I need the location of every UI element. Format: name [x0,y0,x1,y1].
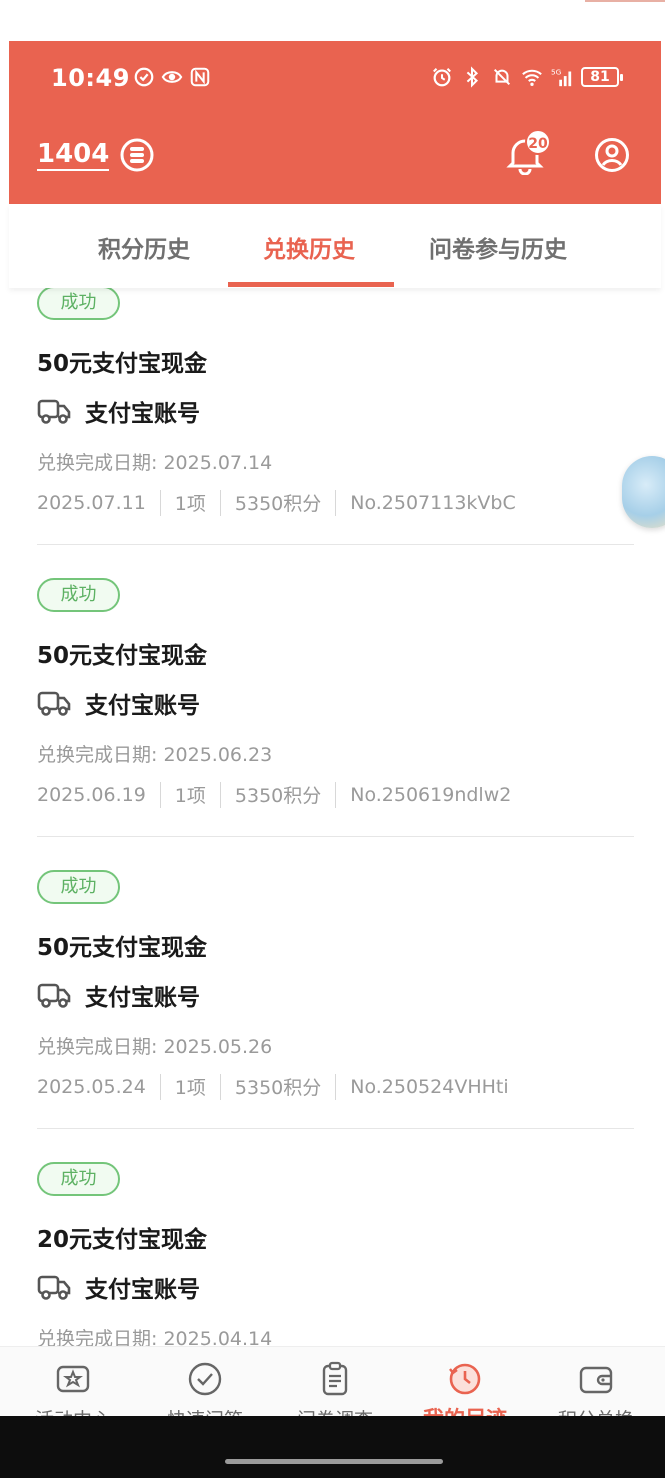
active-tab-indicator [228,282,394,287]
mute-icon [493,68,511,86]
sync-icon [134,67,154,87]
nav-my-footprint[interactable]: 我的足迹 [400,1347,530,1431]
meta-separator [159,489,161,516]
floating-promo-button[interactable] [622,456,665,528]
account-row: 支付宝账号 [37,1270,200,1304]
tab-survey-history[interactable]: 问卷参与历史 [429,230,567,264]
record-title: 20元支付宝现金 [37,1227,208,1253]
clipboard-icon [322,1361,348,1396]
meta-separator [335,781,337,808]
record-divider [37,544,634,545]
order-points: 5350积分 [234,493,322,515]
signal-icon: 5G [551,67,572,87]
order-number: No.250524VHHti [350,1075,509,1098]
meta-separator [335,1073,337,1100]
order-number: No.2507113kVbC [350,491,516,514]
meta-separator [159,1073,161,1100]
nav-activity-center[interactable]: 活动中心 [8,1347,138,1431]
account-label: 支付宝账号 [85,401,200,427]
meta-separator [159,781,161,808]
order-date: 2025.05.24 [37,1075,146,1098]
history-icon [449,1363,481,1395]
status-badge: 成功 [37,1162,120,1196]
tab-exchange-history[interactable]: 兑换历史 [263,230,355,264]
account-row: 支付宝账号 [37,394,200,428]
exchange-record[interactable]: 成功 50元支付宝现金 支付宝账号 兑换完成日期: 2025.05.26 202… [37,870,634,1162]
user-profile-icon[interactable] [594,137,630,173]
app-screen: 10:49 5G 81 1404 20 积分历史 兑换历史 问卷参与历史 成功 … [0,0,665,1478]
order-date: 2025.06.19 [37,783,146,806]
order-number: No.250619ndlw2 [350,783,512,806]
tab-points-history[interactable]: 积分历史 [98,230,190,264]
order-quantity: 1项 [174,1077,206,1099]
alarm-icon [433,68,451,87]
truck-icon [37,691,71,716]
record-meta: 2025.06.19 1项 5350积分 No.250619ndlw2 [37,781,511,808]
bluetooth-icon [466,66,479,88]
nfc-icon [190,67,210,87]
completion-date: 兑换完成日期: 2025.06.23 [37,744,273,766]
truck-icon [37,1275,71,1300]
status-badge: 成功 [37,870,120,904]
order-points: 5350积分 [234,785,322,807]
record-title: 50元支付宝现金 [37,351,208,377]
battery-indicator: 81 [581,67,623,87]
corner-line [585,0,665,2]
order-quantity: 1项 [174,785,206,807]
exchange-record-list[interactable]: 成功 50元支付宝现金 支付宝账号 兑换完成日期: 2025.07.14 202… [0,288,665,1346]
bottom-navigation: 活动中心 快速问答 问卷调查 我的足迹 积分兑换 [0,1346,665,1431]
account-label: 支付宝账号 [85,693,200,719]
system-gesture-bar [0,1416,665,1478]
meta-separator [219,781,221,808]
wallet-icon [579,1366,613,1394]
account-label: 支付宝账号 [85,1277,200,1303]
meta-separator [335,489,337,516]
account-row: 支付宝账号 [37,686,200,720]
app-header: 10:49 5G 81 1404 20 [9,41,661,204]
wifi-icon [522,69,542,86]
home-indicator[interactable] [225,1459,443,1464]
check-circle-icon [188,1362,222,1396]
record-title: 50元支付宝现金 [37,643,208,669]
history-tabs: 积分历史 兑换历史 问卷参与历史 [9,204,661,288]
status-icons-right: 5G 81 [431,66,623,88]
status-time: 10:49 [51,64,130,92]
meta-separator [219,1073,221,1100]
points-summary[interactable]: 1404 [37,137,155,173]
record-divider [37,1128,634,1129]
record-meta: 2025.05.24 1项 5350积分 No.250524VHHti [37,1073,509,1100]
record-meta: 2025.07.11 1项 5350积分 No.2507113kVbC [37,489,516,516]
order-points: 5350积分 [234,1077,322,1099]
notification-button[interactable]: 20 [505,129,551,177]
account-label: 支付宝账号 [85,985,200,1011]
nav-survey[interactable]: 问卷调查 [270,1347,400,1431]
truck-icon [37,983,71,1008]
status-bar: 10:49 5G 81 [9,41,661,113]
order-date: 2025.07.11 [37,491,146,514]
truck-icon [37,399,71,424]
status-badge: 成功 [37,578,120,612]
exchange-record[interactable]: 成功 50元支付宝现金 支付宝账号 兑换完成日期: 2025.06.23 202… [37,578,634,870]
completion-date: 兑换完成日期: 2025.05.26 [37,1036,273,1058]
points-value[interactable]: 1404 [37,139,110,171]
record-divider [37,836,634,837]
completion-date: 兑换完成日期: 2025.07.14 [37,452,273,474]
network-type: 5G [551,67,562,76]
notification-badge: 20 [525,129,551,155]
meta-separator [219,489,221,516]
nav-quick-qa[interactable]: 快速问答 [140,1347,270,1431]
exchange-record[interactable]: 成功 20元支付宝现金 支付宝账号 兑换完成日期: 2025.04.14 [37,1162,634,1346]
record-title: 50元支付宝现金 [37,935,208,961]
activity-icon [56,1365,90,1393]
account-row: 支付宝账号 [37,978,200,1012]
eye-icon [161,71,183,83]
top-strip [0,0,665,41]
status-badge: 成功 [37,288,120,320]
exchange-record[interactable]: 成功 50元支付宝现金 支付宝账号 兑换完成日期: 2025.07.14 202… [37,288,634,578]
coin-stack-icon [120,138,154,172]
order-quantity: 1项 [174,493,206,515]
nav-points-exchange[interactable]: 积分兑换 [531,1347,661,1431]
completion-date: 兑换完成日期: 2025.04.14 [37,1328,273,1346]
status-icons-left [133,66,211,88]
